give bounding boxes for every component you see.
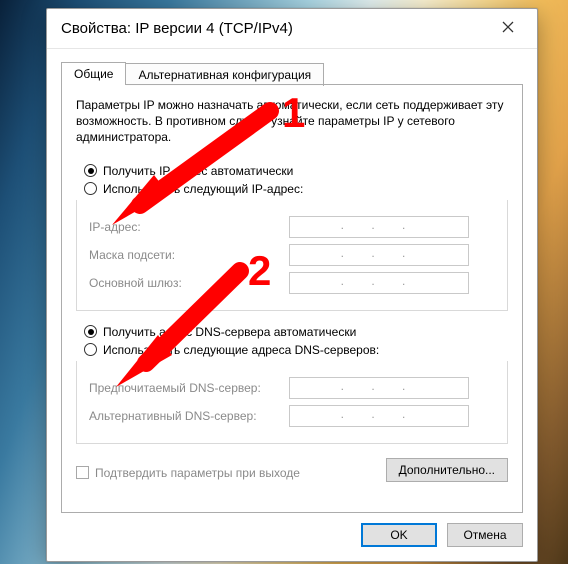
field-label: IP-адрес: [89, 220, 279, 234]
confirm-on-exit-checkbox[interactable]: Подтвердить параметры при выходе [76, 466, 300, 480]
intro-text: Параметры IP можно назначать автоматичес… [76, 97, 508, 146]
radio-ip-manual[interactable]: Использовать следующий IP-адрес: [84, 182, 508, 196]
ip-fields-group: IP-адрес: . . . Маска подсети: . . . Осн… [76, 200, 508, 311]
radio-label: Получить IP-адрес автоматически [103, 164, 293, 178]
field-default-gateway: Основной шлюз: . . . [89, 272, 495, 294]
subnet-mask-input: . . . [289, 244, 469, 266]
tab-general[interactable]: Общие [61, 62, 126, 85]
radio-label: Получить адрес DNS-сервера автоматически [103, 325, 356, 339]
ipv4-properties-dialog: Свойства: IP версии 4 (TCP/IPv4) Общие А… [46, 8, 538, 562]
ok-button[interactable]: OK [361, 523, 437, 547]
radio-dns-auto[interactable]: Получить адрес DNS-сервера автоматически [84, 325, 508, 339]
gateway-input: . . . [289, 272, 469, 294]
field-preferred-dns: Предпочитаемый DNS-сервер: . . . [89, 377, 495, 399]
dialog-title: Свойства: IP версии 4 (TCP/IPv4) [61, 20, 491, 37]
checkbox-icon [76, 466, 89, 479]
tab-alternate[interactable]: Альтернативная конфигурация [126, 63, 324, 86]
field-label: Основной шлюз: [89, 276, 279, 290]
radio-icon [84, 164, 97, 177]
radio-icon [84, 182, 97, 195]
tabstrip: Общие Альтернативная конфигурация [47, 49, 537, 84]
field-label: Предпочитаемый DNS-сервер: [89, 381, 279, 395]
checkbox-label: Подтвердить параметры при выходе [95, 466, 300, 480]
advanced-button[interactable]: Дополнительно... [386, 458, 508, 482]
field-alternate-dns: Альтернативный DNS-сервер: . . . [89, 405, 495, 427]
field-subnet-mask: Маска подсети: . . . [89, 244, 495, 266]
close-icon [502, 20, 514, 37]
cancel-button[interactable]: Отмена [447, 523, 523, 547]
ip-address-input: . . . [289, 216, 469, 238]
field-label: Альтернативный DNS-сервер: [89, 409, 279, 423]
radio-icon [84, 343, 97, 356]
dns-fields-group: Предпочитаемый DNS-сервер: . . . Альтерн… [76, 361, 508, 444]
alternate-dns-input: . . . [289, 405, 469, 427]
radio-dns-manual[interactable]: Использовать следующие адреса DNS-сервер… [84, 343, 508, 357]
dialog-button-bar: OK Отмена [47, 523, 537, 561]
preferred-dns-input: . . . [289, 377, 469, 399]
field-ip-address: IP-адрес: . . . [89, 216, 495, 238]
radio-label: Использовать следующий IP-адрес: [103, 182, 303, 196]
field-label: Маска подсети: [89, 248, 279, 262]
radio-icon [84, 325, 97, 338]
close-button[interactable] [491, 15, 525, 43]
titlebar: Свойства: IP версии 4 (TCP/IPv4) [47, 9, 537, 49]
tab-panel-general: Параметры IP можно назначать автоматичес… [61, 84, 523, 513]
radio-ip-auto[interactable]: Получить IP-адрес автоматически [84, 164, 508, 178]
radio-label: Использовать следующие адреса DNS-сервер… [103, 343, 379, 357]
panel-bottom-row: Подтвердить параметры при выходе Дополни… [76, 458, 508, 482]
